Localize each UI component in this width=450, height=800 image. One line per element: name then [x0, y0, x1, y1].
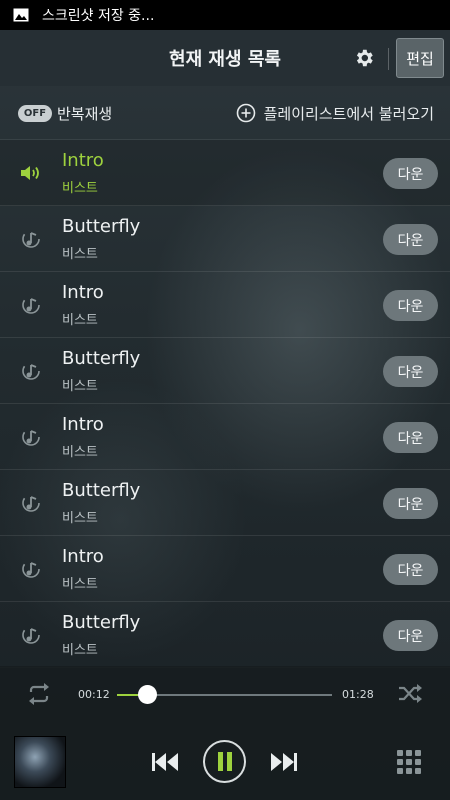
download-button[interactable]: 다운: [383, 620, 438, 651]
page-title: 현재 재생 목록: [169, 49, 281, 70]
track-title: Butterfly: [62, 216, 141, 237]
track-artist: 비스트: [62, 379, 98, 394]
gear-icon: [356, 49, 373, 67]
total-time: 01:28: [342, 688, 374, 701]
track-artist: 비스트: [62, 445, 98, 460]
load-playlist-label: 플레이리스트에서 불러오기: [263, 104, 434, 123]
track-title: Intro: [62, 414, 104, 435]
track-row[interactable]: Butterfly 비스트 다운: [0, 206, 450, 272]
download-button[interactable]: 다운: [383, 422, 438, 453]
music-note-icon: [19, 492, 43, 514]
download-button[interactable]: 다운: [383, 554, 438, 585]
grid-menu-button[interactable]: [397, 750, 421, 774]
image-icon: [12, 7, 30, 23]
track-row[interactable]: Butterfly 비스트 다운: [0, 470, 450, 536]
grid-icon: [397, 750, 421, 774]
progress-slider[interactable]: [117, 685, 332, 704]
pause-icon: [217, 752, 223, 771]
download-button[interactable]: 다운: [383, 488, 438, 519]
shuffle-icon[interactable]: [397, 683, 423, 705]
repeat-icon[interactable]: [26, 683, 52, 705]
track-artist: 비스트: [62, 577, 98, 592]
download-button[interactable]: 다운: [383, 224, 438, 255]
settings-button[interactable]: [349, 43, 379, 73]
repeat-toggle[interactable]: OFF 반복재생: [18, 103, 112, 123]
edit-button[interactable]: 편집: [396, 38, 444, 78]
track-artist: 비스트: [62, 643, 98, 658]
player-bar: 00:12 01:28: [0, 666, 450, 800]
track-title: Intro: [62, 150, 104, 171]
pause-icon-bar: [226, 752, 232, 771]
music-note-icon: [19, 558, 43, 580]
header-divider: [388, 48, 389, 70]
load-playlist-button[interactable]: 플레이리스트에서 불러오기: [236, 101, 434, 125]
track-artist: 비스트: [62, 313, 98, 328]
header: 현재 재생 목록 편집: [0, 30, 450, 86]
plus-circle-icon: [236, 103, 255, 123]
options-bar: OFF 반복재생 플레이리스트에서 불러오기: [0, 86, 450, 140]
repeat-off-badge: OFF: [18, 104, 52, 122]
track-title: Butterfly: [62, 612, 141, 633]
previous-icon: [152, 753, 178, 771]
track-title: Butterfly: [62, 480, 141, 501]
download-button[interactable]: 다운: [383, 158, 438, 189]
album-art[interactable]: [14, 736, 66, 788]
status-bar: 스크린샷 저장 중...: [0, 0, 450, 30]
music-note-icon: [19, 624, 43, 646]
track-row[interactable]: Butterfly 비스트 다운: [0, 602, 450, 668]
next-icon: [271, 753, 297, 771]
music-note-icon: [19, 228, 43, 250]
track-row[interactable]: Intro 비스트 다운: [0, 404, 450, 470]
track-title: Butterfly: [62, 348, 141, 369]
track-title: Intro: [62, 546, 104, 567]
track-artist: 비스트: [62, 247, 98, 262]
music-note-icon: [19, 360, 43, 382]
track-row[interactable]: Intro 비스트 다운: [0, 272, 450, 338]
music-note-icon: [19, 426, 43, 448]
music-note-icon: [19, 294, 43, 316]
progress-thumb[interactable]: [138, 685, 158, 704]
next-button[interactable]: [270, 751, 298, 773]
track-row[interactable]: Intro 비스트 다운: [0, 140, 450, 206]
repeat-label: 반복재생: [57, 104, 113, 123]
track-row[interactable]: Butterfly 비스트 다운: [0, 338, 450, 404]
track-row[interactable]: Intro 비스트 다운: [0, 536, 450, 602]
download-button[interactable]: 다운: [383, 290, 438, 321]
status-text: 스크린샷 저장 중...: [42, 8, 155, 24]
track-list: Intro 비스트 다운 Butterfly 비스트 다운 Intro 비스트 …: [0, 140, 450, 668]
track-title: Intro: [62, 282, 104, 303]
track-artist: 비스트: [62, 511, 98, 526]
download-button[interactable]: 다운: [383, 356, 438, 387]
current-time: 00:12: [78, 688, 110, 701]
pause-button[interactable]: [203, 740, 246, 783]
track-artist: 비스트: [62, 181, 98, 196]
speaker-icon: [19, 162, 43, 184]
previous-button[interactable]: [151, 751, 179, 773]
